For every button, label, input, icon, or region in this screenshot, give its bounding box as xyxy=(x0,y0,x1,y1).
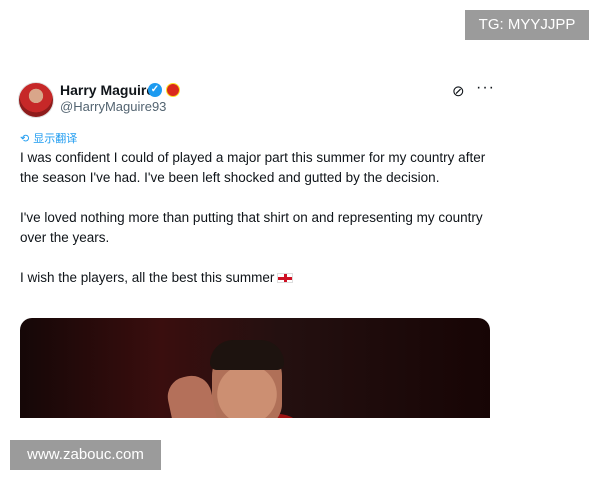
watermark-tg: TG: MYYJJPP xyxy=(465,10,589,40)
more-icon[interactable]: ··· xyxy=(476,79,495,97)
verified-badge-icon[interactable]: ✓ xyxy=(148,83,162,97)
author-name[interactable]: Harry Maguire xyxy=(60,82,154,98)
england-flag-icon xyxy=(277,273,294,283)
tweet-paragraph-last: I wish the players, all the best this su… xyxy=(20,268,490,288)
tweet-card: Harry Maguire ✓ @HarryMaguire93 ⊘ ··· ⟲ 显… xyxy=(0,68,508,418)
translate-icon: ⟲ xyxy=(20,133,30,145)
watermark-site: www.zabouc.com xyxy=(10,440,161,470)
grok-icon[interactable]: ⊘ xyxy=(452,82,465,100)
show-translation-label: 显示翻译 xyxy=(33,133,78,145)
author-handle[interactable]: @HarryMaguire93 xyxy=(60,99,166,114)
show-translation-link[interactable]: ⟲ 显示翻译 xyxy=(20,130,77,146)
player-hair xyxy=(210,340,284,370)
tweet-text: I was confident I could of played a majo… xyxy=(20,148,490,308)
tweet-paragraph-text: I wish the players, all the best this su… xyxy=(20,270,275,285)
author-avatar[interactable] xyxy=(18,82,54,118)
club-badge-icon[interactable] xyxy=(166,83,180,97)
tweet-media-image[interactable] xyxy=(20,318,490,418)
tweet-paragraph: I've loved nothing more than putting tha… xyxy=(20,210,483,245)
tweet-paragraph: I was confident I could of played a majo… xyxy=(20,150,486,185)
